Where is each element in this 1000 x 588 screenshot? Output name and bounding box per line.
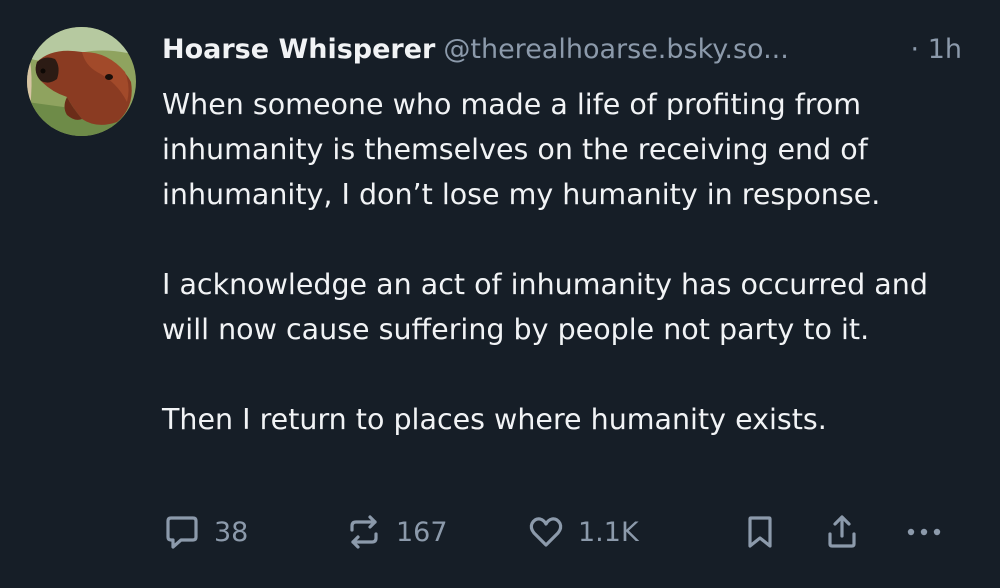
heart-icon bbox=[529, 517, 563, 547]
author-handle[interactable]: @therealhoarse.bsky.so... bbox=[443, 34, 788, 65]
post-paragraph: When someone who made a life of profitin… bbox=[162, 88, 881, 211]
post-text: When someone who made a life of profitin… bbox=[162, 82, 972, 442]
share-icon bbox=[828, 515, 856, 548]
share-button[interactable] bbox=[822, 508, 862, 556]
repost-count: 167 bbox=[396, 516, 448, 548]
repost-button[interactable]: 167 bbox=[344, 508, 448, 556]
reply-button[interactable]: 38 bbox=[162, 508, 248, 556]
bookmark-icon bbox=[748, 516, 772, 548]
like-count: 1.1K bbox=[578, 516, 639, 548]
more-icon bbox=[907, 528, 941, 536]
horse-avatar-image bbox=[27, 27, 136, 136]
post-header: Hoarse Whisperer @therealhoarse.bsky.so..… bbox=[162, 30, 962, 70]
reply-icon bbox=[166, 516, 198, 549]
post-actions: 38 167 1.1K bbox=[162, 508, 952, 556]
bookmark-button[interactable] bbox=[740, 508, 780, 556]
repost-icon bbox=[350, 515, 378, 549]
more-options-button[interactable] bbox=[904, 508, 944, 556]
post-paragraph: Then I return to places where humanity e… bbox=[162, 403, 827, 436]
author-display-name[interactable]: Hoarse Whisperer bbox=[162, 34, 435, 65]
post-paragraph: I acknowledge an act of inhumanity has o… bbox=[162, 268, 928, 346]
avatar[interactable] bbox=[27, 27, 136, 136]
post-timestamp[interactable]: · 1h bbox=[911, 30, 962, 70]
reply-count: 38 bbox=[214, 516, 249, 548]
post[interactable]: Hoarse Whisperer @therealhoarse.bsky.so..… bbox=[0, 0, 1000, 588]
like-button[interactable]: 1.1K bbox=[526, 508, 639, 556]
